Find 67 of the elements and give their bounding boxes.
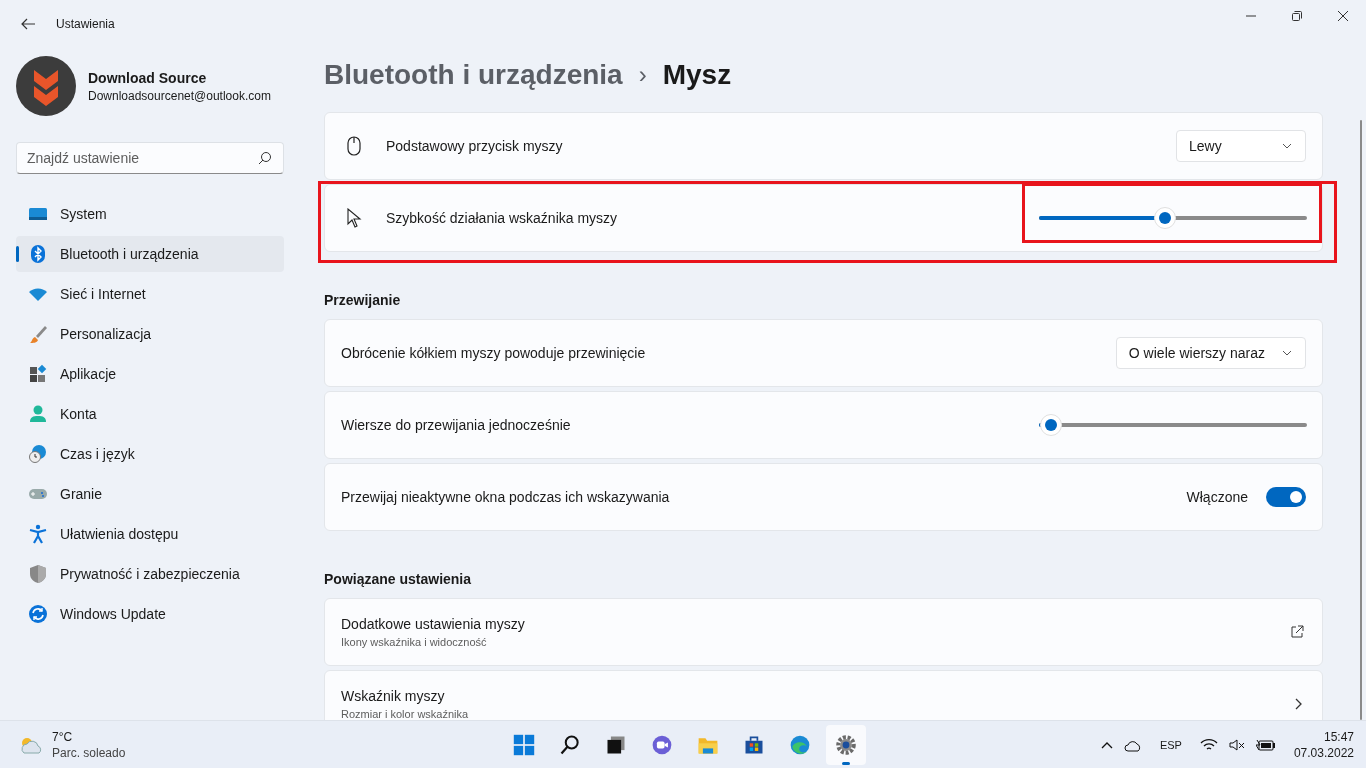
person-icon — [28, 404, 48, 424]
close-icon — [1338, 11, 1348, 21]
sidebar-item[interactable]: Konta — [16, 396, 284, 432]
slider[interactable] — [1039, 207, 1307, 229]
paintbrush-icon — [28, 324, 48, 344]
back-arrow-icon — [20, 16, 36, 32]
sidebar-item[interactable]: Bluetooth i urządzenia — [16, 236, 284, 272]
weather-condition: Parc. soleado — [52, 745, 126, 761]
setting-label: Podstawowy przycisk myszy — [386, 137, 564, 156]
restore-icon — [1292, 11, 1302, 21]
globe-clock-icon — [28, 444, 48, 464]
sidebar-item[interactable]: Prywatność i zabezpieczenia — [16, 556, 284, 592]
external-link-icon — [1290, 625, 1304, 639]
window-title: Ustawienia — [56, 16, 115, 32]
sidebar-item[interactable]: Czas i język — [16, 436, 284, 472]
search-field[interactable]: Znajdź ustawienie — [16, 142, 284, 174]
section-heading: Powiązane ustawienia — [324, 570, 473, 589]
sidebar-item[interactable]: Granie — [16, 476, 284, 512]
sidebar-item[interactable]: Ułatwienia dostępu — [16, 516, 284, 552]
slider-thumb[interactable] — [1153, 207, 1176, 229]
setting-label: Przewijaj nieaktywne okna podczas ich wskazywania — [341, 488, 671, 507]
toggle-switch[interactable] — [1266, 487, 1306, 507]
page-title: Mysz — [662, 58, 732, 92]
bluetooth-icon — [28, 244, 48, 264]
speaker-muted-icon — [1227, 738, 1246, 752]
clock-time[interactable]: 15:47 — [1323, 729, 1354, 745]
toggle-state-label: Włączone — [1186, 488, 1248, 507]
refresh-icon — [28, 604, 48, 624]
sidebar-item[interactable]: System — [16, 196, 284, 232]
scrollbar[interactable] — [1360, 120, 1362, 720]
search-icon — [258, 151, 272, 165]
start-icon — [512, 732, 536, 757]
account-email: Downloadsourcenet@outlook.com — [88, 88, 271, 104]
setting-description: Rozmiar i kolor wskaźnika — [341, 706, 470, 720]
setting-label: Szybkość działania wskaźnika myszy — [386, 209, 619, 228]
dropdown[interactable]: O wiele wierszy naraz — [1115, 337, 1306, 369]
pointer-icon — [344, 208, 364, 228]
weather-temperature: 7°C — [52, 729, 74, 745]
dropdown[interactable]: Lewy — [1176, 130, 1306, 162]
setting-label: Dodatkowe ustawienia myszy — [341, 614, 526, 634]
sidebar-item[interactable]: Personalizacja — [16, 316, 284, 352]
sidebar-item[interactable]: Aplikacje — [16, 356, 284, 392]
language-indicator[interactable]: ESP — [1151, 736, 1190, 754]
weather-icon — [18, 735, 44, 755]
gear-icon — [834, 732, 858, 757]
cloud-icon — [1123, 738, 1142, 752]
setting-description: Ikony wskaźnika i widoczność — [341, 634, 488, 650]
sidebar-item[interactable]: Windows Update — [16, 596, 284, 632]
slider-thumb[interactable] — [1040, 414, 1063, 436]
shield-icon — [28, 564, 48, 584]
breadcrumb-link[interactable]: Bluetooth i urządzenia — [324, 54, 623, 96]
avatar-logo-icon — [16, 56, 76, 116]
minimize-icon — [1246, 15, 1256, 17]
setting-label: Obrócenie kółkiem myszy powoduje przewinięcie — [341, 344, 647, 363]
account-name: Download Source — [88, 69, 208, 88]
mouse-icon — [344, 136, 364, 156]
sidebar-item[interactable]: Sieć i Internet — [16, 276, 284, 312]
battery-charging-icon — [1255, 738, 1276, 752]
clock-date[interactable]: 07.03.2022 — [1293, 745, 1354, 761]
section-heading: Przewijanie — [324, 291, 402, 310]
setting-label: Wskaźnik myszy — [341, 686, 446, 706]
breadcrumb-separator: › — [638, 60, 647, 90]
slider[interactable] — [1039, 414, 1307, 436]
wifi-icon — [1199, 738, 1218, 752]
apps-icon — [28, 364, 48, 384]
accessibility-icon — [28, 524, 48, 544]
setting-label: Wiersze do przewijania jednocześnie — [341, 416, 572, 435]
